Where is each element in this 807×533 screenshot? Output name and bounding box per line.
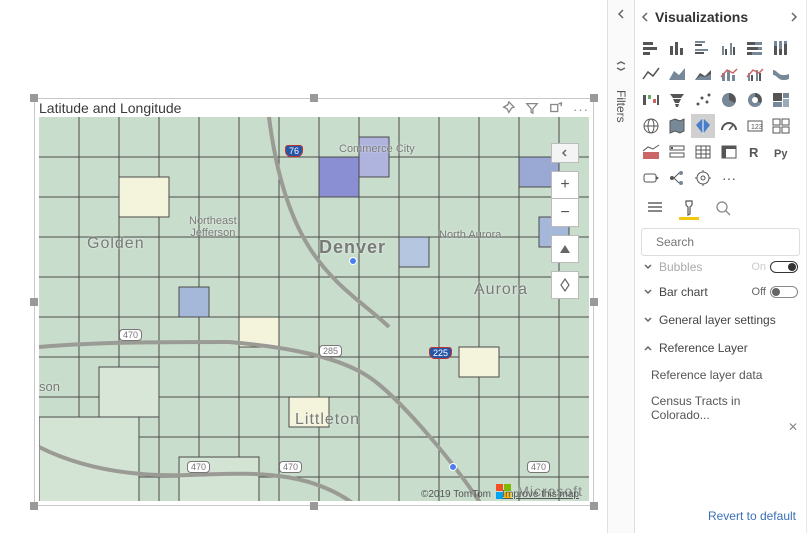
shield-470c: 470 — [279, 461, 302, 473]
viz-clustered-bar[interactable] — [691, 36, 715, 60]
viz-decomposition[interactable] — [665, 166, 689, 190]
viz-multi-card[interactable] — [769, 114, 793, 138]
map-tiles — [39, 117, 589, 501]
data-point — [349, 257, 357, 265]
format-search[interactable] — [641, 228, 800, 256]
barchart-toggle[interactable] — [770, 286, 798, 298]
viz-slicer[interactable] — [665, 140, 689, 164]
viz-table[interactable] — [691, 140, 715, 164]
viz-gauge[interactable] — [717, 114, 741, 138]
expand-icon — [615, 60, 627, 72]
visualizations-pane: Visualizations 123 R — [635, 0, 807, 533]
viz-stacked-column[interactable] — [665, 36, 689, 60]
map-expand-icon[interactable] — [551, 143, 579, 163]
viz-kpi[interactable] — [639, 140, 663, 164]
viz-donut[interactable] — [743, 88, 767, 112]
svg-text:123: 123 — [751, 124, 763, 131]
filters-label: Filters — [614, 90, 628, 123]
viz-clustered-column[interactable] — [717, 36, 741, 60]
filters-pane-collapsed[interactable]: Filters — [607, 0, 635, 533]
viz-100-stacked-bar[interactable] — [743, 36, 767, 60]
chevron-left-icon[interactable] — [639, 11, 651, 23]
viz-filled-map[interactable] — [665, 114, 689, 138]
section-barchart[interactable]: Bar chart Off — [635, 278, 806, 306]
viz-qa[interactable] — [691, 166, 715, 190]
shield-i76: 76 — [285, 145, 303, 157]
viz-scatter[interactable] — [691, 88, 715, 112]
viz-treemap[interactable] — [769, 88, 793, 112]
improve-map-link[interactable]: Improve this map — [502, 489, 579, 500]
section-reference-layer[interactable]: Reference Layer — [635, 334, 806, 362]
section-bubbles[interactable]: Bubbles On — [635, 260, 806, 278]
viz-area[interactable] — [665, 62, 689, 86]
viz-key-influencers[interactable] — [639, 166, 663, 190]
section-label: Bubbles — [659, 260, 751, 274]
pane-title: Visualizations — [655, 9, 788, 25]
shield-470d: 470 — [527, 461, 550, 473]
svg-text:R: R — [749, 145, 759, 160]
attribution-text: ©2019 TomTom — [421, 489, 491, 500]
pitch-button[interactable] — [551, 235, 579, 263]
more-icon[interactable]: ··· — [573, 102, 589, 117]
shield-i225: 225 — [429, 347, 452, 359]
viz-funnel[interactable] — [665, 88, 689, 112]
report-canvas[interactable]: Latitude and Longitude ··· — [0, 0, 607, 533]
section-label: Reference Layer — [659, 341, 798, 355]
style-button[interactable] — [551, 271, 579, 299]
shield-285: 285 — [319, 345, 342, 357]
viz-pie[interactable] — [717, 88, 741, 112]
pin-icon[interactable] — [501, 101, 515, 118]
close-icon[interactable]: ✕ — [788, 420, 798, 434]
map-area[interactable]: Denver Aurora Golden Littleton Northeast… — [39, 117, 589, 501]
viz-r[interactable]: R — [743, 140, 767, 164]
map-visual[interactable]: Latitude and Longitude ··· — [34, 98, 594, 506]
reference-layer-item[interactable]: Census Tracts in Colorado... ✕ — [635, 388, 806, 428]
viz-waterfall[interactable] — [639, 88, 663, 112]
chevron-right-icon[interactable] — [788, 11, 800, 23]
viz-100-stacked-column[interactable] — [769, 36, 793, 60]
viz-arcgis-map[interactable] — [691, 114, 715, 138]
reference-layer-name: Census Tracts in Colorado... — [651, 394, 740, 422]
viz-card[interactable]: 123 — [743, 114, 767, 138]
bubbles-toggle[interactable] — [770, 261, 798, 273]
viz-line[interactable] — [639, 62, 663, 86]
zoom-in-button[interactable]: + — [551, 171, 579, 199]
revert-to-default-link[interactable]: Revert to default — [635, 499, 806, 533]
viz-more-icon[interactable]: ··· — [717, 166, 741, 190]
analytics-tab[interactable] — [713, 200, 733, 220]
section-label: General layer settings — [659, 313, 798, 327]
section-general-layer[interactable]: General layer settings — [635, 306, 806, 334]
chevron-left-icon — [615, 8, 627, 20]
viz-line-clustered-column[interactable] — [743, 62, 767, 86]
viz-python[interactable]: Py — [769, 140, 793, 164]
focus-icon[interactable] — [549, 101, 563, 118]
viz-matrix[interactable] — [717, 140, 741, 164]
viz-stacked-area[interactable] — [691, 62, 715, 86]
toggle-state: Off — [752, 286, 766, 298]
viz-ribbon[interactable] — [769, 62, 793, 86]
viz-line-stacked-column[interactable] — [717, 62, 741, 86]
shield-470a: 470 — [119, 329, 142, 341]
viz-map[interactable] — [639, 114, 663, 138]
format-tab[interactable] — [679, 200, 699, 220]
svg-text:Py: Py — [774, 148, 788, 160]
viz-stacked-bar[interactable] — [639, 36, 663, 60]
data-point — [449, 463, 457, 471]
shield-470b: 470 — [187, 461, 210, 473]
zoom-out-button[interactable]: − — [551, 199, 579, 227]
search-input[interactable] — [654, 234, 807, 250]
filter-icon[interactable] — [525, 101, 539, 118]
section-label: Bar chart — [659, 285, 752, 299]
visualization-gallery: 123 R Py ··· — [635, 34, 806, 192]
reference-layer-data-label: Reference layer data — [635, 362, 806, 388]
fields-tab[interactable] — [645, 200, 665, 220]
toggle-state: On — [751, 261, 766, 273]
